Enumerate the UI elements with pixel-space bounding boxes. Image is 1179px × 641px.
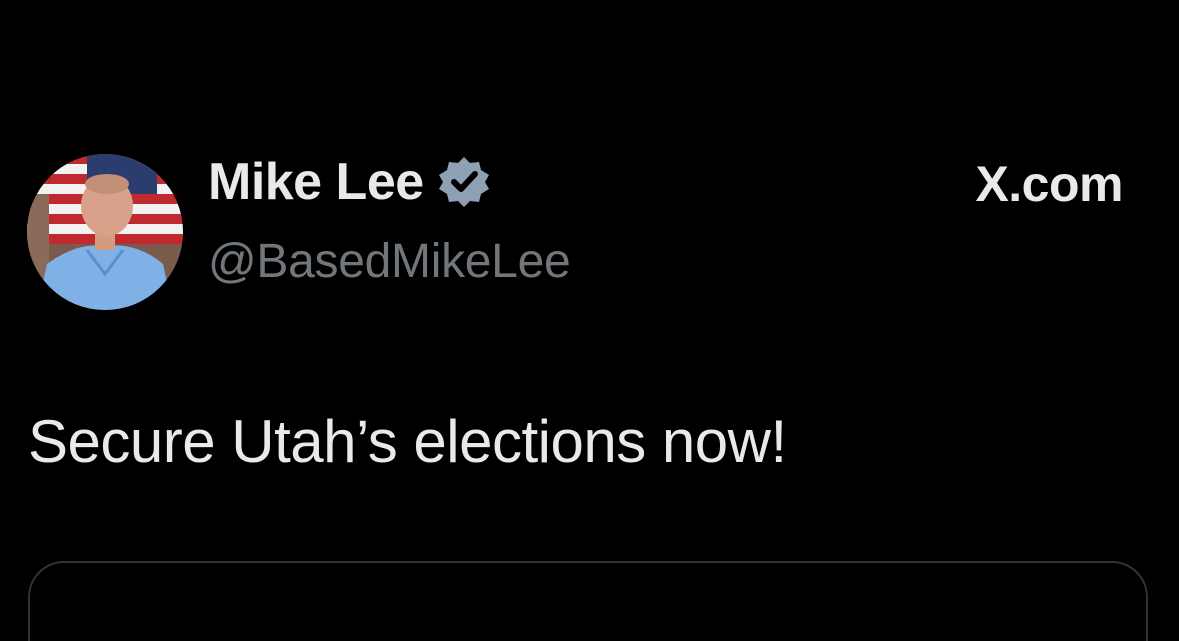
username-handle[interactable]: @BasedMikeLee [208, 232, 571, 292]
avatar[interactable] [27, 154, 183, 310]
profile-photo-icon [27, 154, 183, 310]
site-label: X.com [975, 156, 1123, 212]
tweet: Mike Lee @BasedMikeLee X.com Secure Utah… [0, 0, 1179, 641]
tweet-text: Secure Utah’s elections now! [28, 408, 787, 475]
embedded-card[interactable] [28, 561, 1148, 641]
display-name[interactable]: Mike Lee [208, 150, 424, 214]
display-name-row[interactable]: Mike Lee [208, 150, 492, 214]
verified-badge-icon [436, 154, 492, 210]
